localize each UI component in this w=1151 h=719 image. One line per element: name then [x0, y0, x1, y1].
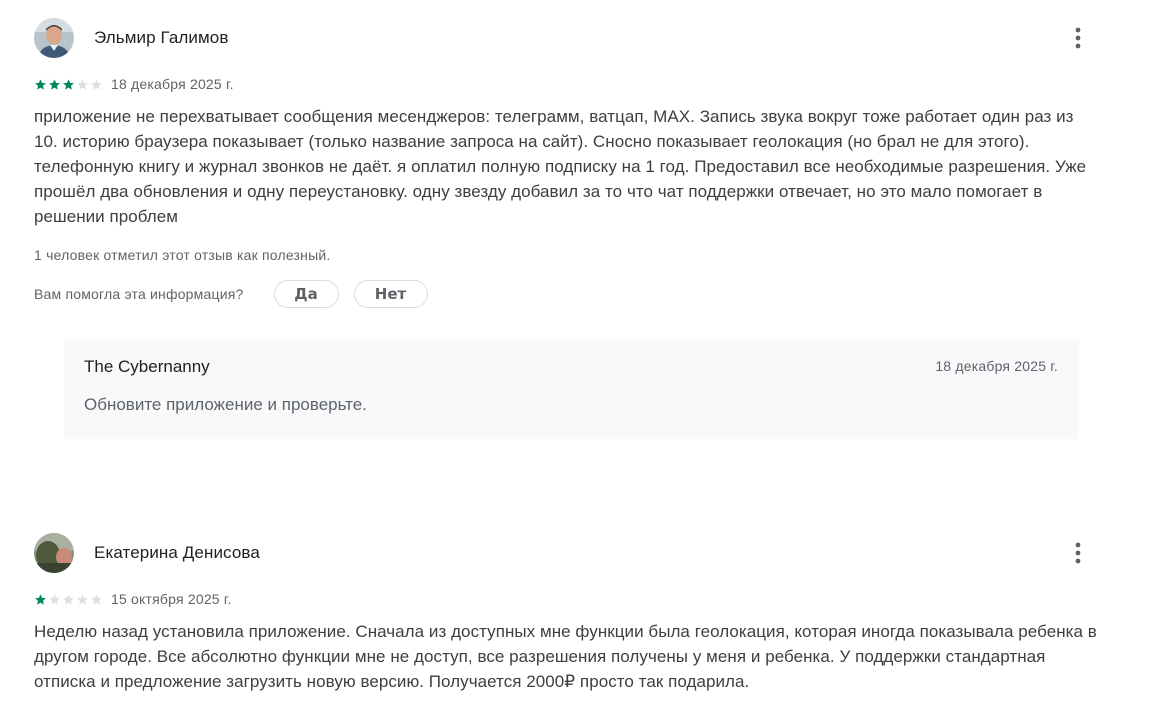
review-date: 18 декабря 2025 г.: [111, 76, 234, 92]
review-text: приложение не перехватывает сообщения ме…: [34, 107, 1087, 226]
helpful-no-button[interactable]: Нет: [353, 280, 428, 308]
star-rating: [34, 593, 103, 606]
developer-reply: The Cybernanny 18 декабря 2025 г. Обнови…: [64, 339, 1079, 439]
review-card: Эльмир Галимов 18 декабря 2025 г. прилож…: [34, 18, 1098, 439]
review-header: Екатерина Денисова: [34, 533, 1098, 573]
star-rating: [34, 78, 103, 91]
avatar: [34, 533, 74, 573]
star-icon: [91, 78, 102, 90]
star-icon: [49, 593, 60, 605]
helpful-feedback: Вам помогла эта информация? Да Нет: [34, 279, 1098, 309]
star-icon: [35, 78, 46, 90]
more-options-button[interactable]: [1066, 26, 1090, 50]
review-meta: 15 октября 2025 г.: [34, 589, 1098, 609]
star-icon: [63, 593, 74, 605]
star-icon: [91, 593, 102, 605]
more-vert-icon: [1075, 27, 1081, 49]
star-icon: [49, 78, 60, 90]
more-options-button[interactable]: [1066, 541, 1090, 565]
star-icon: [63, 78, 74, 90]
review-text: Неделю назад установила приложение. Снач…: [34, 622, 1097, 691]
star-icon: [77, 78, 88, 90]
more-vert-icon: [1075, 542, 1081, 564]
review-date: 15 октября 2025 г.: [111, 591, 232, 607]
review-header: Эльмир Галимов: [34, 18, 1098, 58]
star-icon: [77, 593, 88, 605]
review-author: Екатерина Денисова: [94, 543, 260, 562]
review-card: Екатерина Денисова 15 октября 2025 г. Не…: [34, 533, 1098, 694]
reply-text: Обновите приложение и проверьте.: [84, 395, 367, 414]
review-meta: 18 декабря 2025 г.: [34, 74, 1098, 94]
helpful-count: 1 человек отметил этот отзыв как полезны…: [34, 247, 331, 263]
star-icon: [35, 593, 46, 605]
avatar: [34, 18, 74, 58]
helpful-question: Вам помогла эта информация?: [34, 286, 244, 302]
review-author: Эльмир Галимов: [94, 28, 229, 47]
helpful-yes-button[interactable]: Да: [273, 280, 339, 308]
reply-date: 18 декабря 2025 г.: [935, 358, 1058, 374]
reply-author: The Cybernanny: [84, 357, 210, 376]
